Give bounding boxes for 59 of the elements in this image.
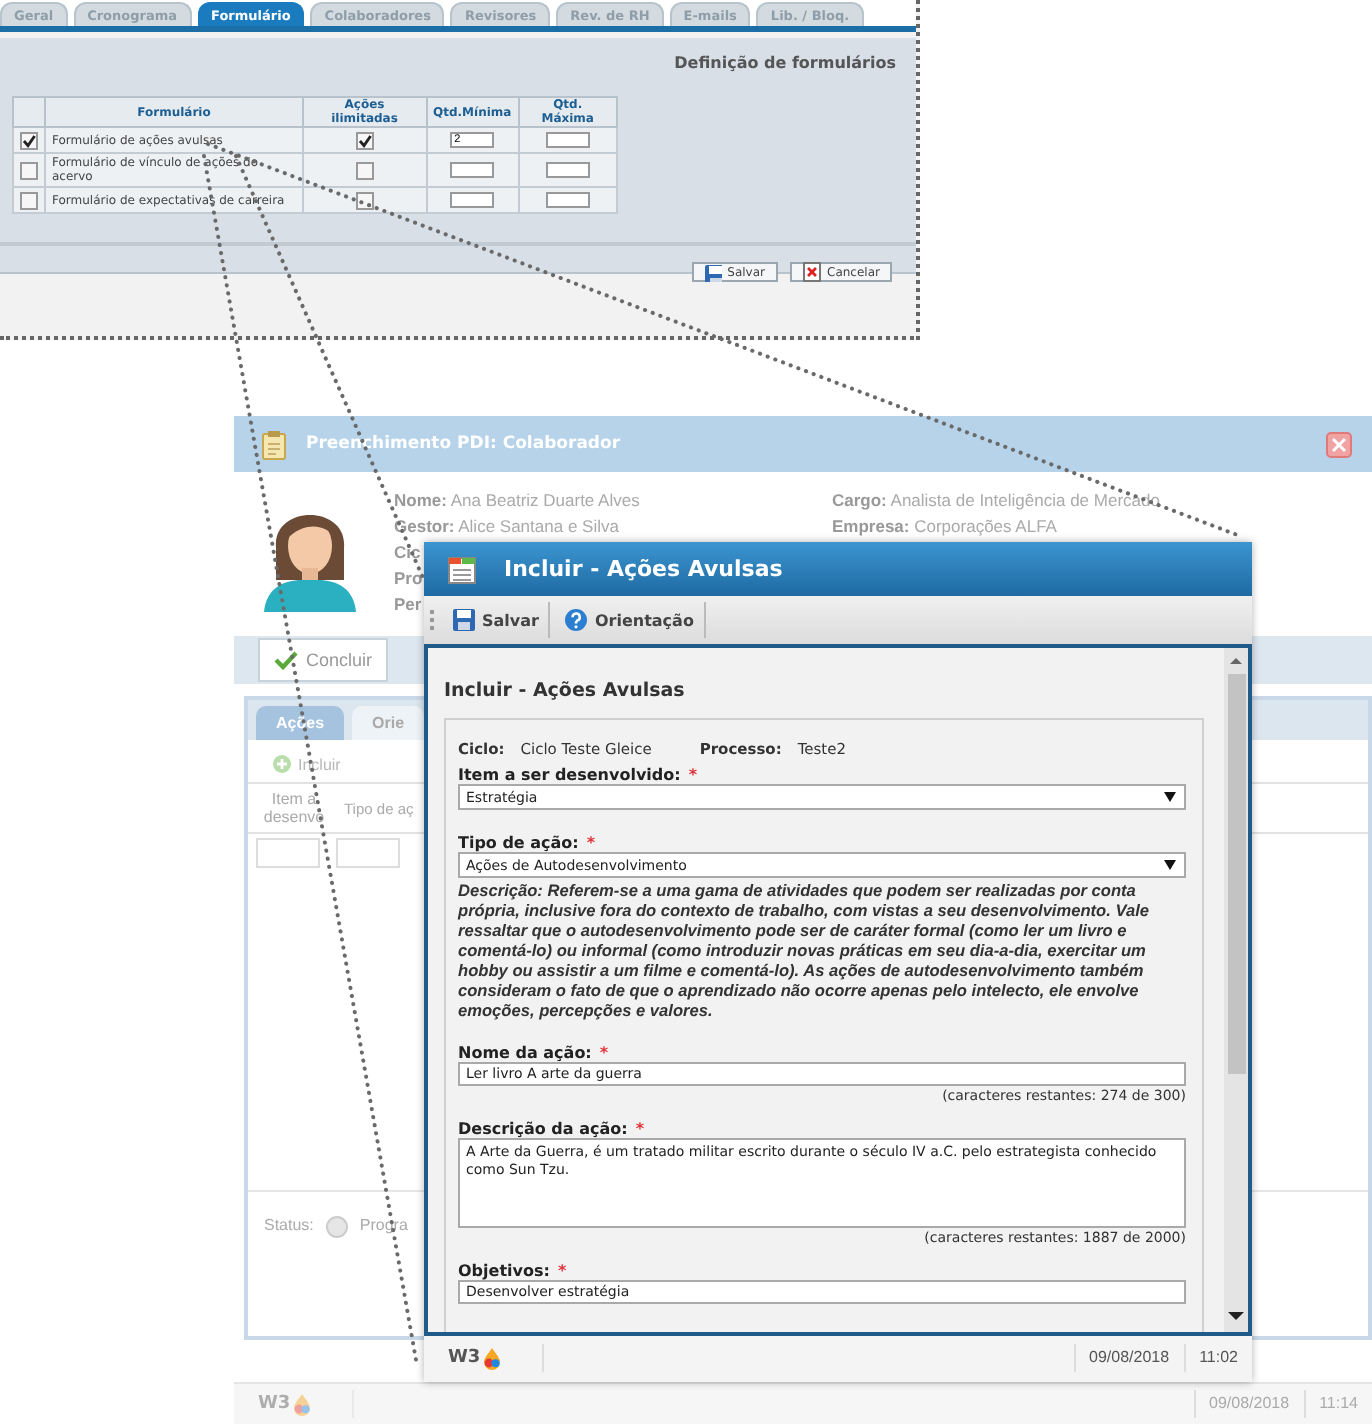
- filter-field[interactable]: [256, 837, 320, 867]
- cancel-icon: [801, 262, 822, 282]
- form-heading: Incluir - Ações Avulsas: [444, 680, 687, 702]
- field-label: Nome da ação:: [458, 1044, 592, 1062]
- date-text: 09/08/2018: [1073, 1343, 1184, 1371]
- scrollbar[interactable]: [1224, 648, 1248, 1332]
- option-label: Progra: [359, 1216, 408, 1234]
- info-text: Pro: [394, 568, 423, 588]
- button[interactable]: Orientação: [554, 602, 706, 638]
- clipboard-icon: [262, 429, 286, 459]
- description-text: Descrição: Referem-se a uma gama de atividades que podem ser realizadas por conta própria, inclusive fora do contexto de trabalho, com vistas a seu desenvolvimento. Vale ressaltar que o autodesenvolvimento pode ser de caráter formal (como ler um livro e comentá-lo) ou informal (como introduzir novas práticas em seu dia-a-dia, exercitar um hobby ou assistir a um filme e comentá-lo). As ações de autodesenvolvimento também consideram o fato de que o aprendizado não ocorre apenas pelo intelecto, ele envolve emoções, percepções e valores.: [458, 880, 1151, 1020]
- required-mark: *: [688, 766, 698, 784]
- plus-icon: [272, 754, 292, 774]
- required-mark: *: [599, 1044, 609, 1062]
- input-field[interactable]: [450, 162, 495, 178]
- checkbox[interactable]: [20, 191, 38, 209]
- help-icon: [564, 608, 589, 632]
- section-title: Definição de formulários: [674, 54, 898, 72]
- input-field[interactable]: [450, 192, 495, 208]
- window-title: Preenchimento PDI: Colaborador: [306, 434, 623, 454]
- field-label: Descrição da ação:: [458, 1120, 628, 1138]
- logo-text: W3: [448, 1347, 481, 1367]
- info-text: Empresa: Corporações ALFA: [832, 516, 1057, 536]
- button[interactable]: Concluir: [258, 638, 389, 682]
- input-field[interactable]: [545, 132, 590, 148]
- logo-text: W3: [258, 1394, 291, 1414]
- info-text: Nome: Ana Beatriz Duarte Alves: [394, 490, 640, 510]
- status-label: Status:: [264, 1216, 314, 1234]
- checkbox[interactable]: [355, 161, 374, 179]
- column-header: Item a desenvo: [261, 790, 327, 826]
- field-label: Objetivos:: [458, 1262, 550, 1280]
- checkbox[interactable]: [20, 131, 38, 149]
- dialog-title: Incluir - Ações Avulsas: [504, 556, 783, 582]
- date-text: 09/08/2018: [1193, 1390, 1304, 1418]
- checkbox[interactable]: [355, 131, 374, 149]
- check-icon: [274, 650, 298, 670]
- field-label: Item a ser desenvolvido:: [458, 766, 681, 784]
- checkbox[interactable]: [20, 161, 38, 179]
- checkbox[interactable]: [355, 191, 374, 209]
- filter-field[interactable]: [336, 837, 400, 867]
- form-icon: [448, 555, 476, 583]
- close-icon[interactable]: [1326, 431, 1352, 457]
- input-field[interactable]: [545, 162, 590, 178]
- required-mark: *: [635, 1120, 645, 1138]
- field-label: Tipo de ação:: [458, 834, 579, 852]
- button[interactable]: Salvar: [442, 602, 551, 638]
- required-mark: *: [557, 1262, 567, 1280]
- caret-icon: [1164, 860, 1176, 870]
- caret-icon: [1164, 792, 1176, 802]
- drop-logo-icon: [292, 1392, 313, 1416]
- info-text: Per: [394, 594, 422, 614]
- info-text: Gestor: Alice Santana e Silva: [394, 516, 619, 536]
- drop-logo-icon: [482, 1345, 503, 1369]
- save-icon: [452, 608, 476, 632]
- required-mark: *: [586, 834, 596, 852]
- time-text: 11:14: [1303, 1390, 1372, 1418]
- input-field[interactable]: [545, 192, 590, 208]
- time-text: 11:02: [1183, 1343, 1252, 1371]
- radio-button[interactable]: [325, 1216, 348, 1238]
